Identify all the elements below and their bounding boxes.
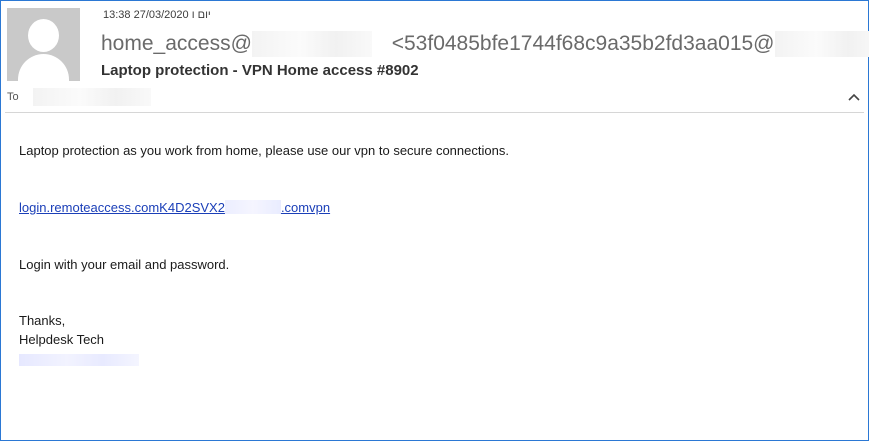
sender-address[interactable]: <53f0485bfe1744f68c9a35b2fd3aa015@ — [392, 32, 775, 55]
header-divider — [5, 112, 864, 113]
redacted-sender-domain — [251, 31, 372, 57]
vpn-link-line: login.remoteaccess.comK4D2SVX2 .comvpn — [19, 200, 330, 215]
email-subject: Laptop protection - VPN Home access #890… — [101, 62, 419, 79]
avatar-body-shape — [18, 54, 69, 81]
received-datetime: 13:38 27/03/2020 יום ו — [103, 9, 211, 21]
to-label: To — [7, 90, 19, 103]
sender-line[interactable]: home_access@ <53f0485bfe1744f68c9a35b2fd… — [101, 31, 869, 59]
closing-text: Thanks, — [19, 313, 66, 328]
sender-name[interactable]: home_access@ — [101, 32, 252, 55]
redacted-recipient — [32, 88, 151, 106]
body-line-3: Login with your email and password. — [19, 257, 230, 272]
sender-avatar[interactable] — [7, 8, 80, 81]
redacted-sender-address-domain — [774, 31, 869, 57]
email-reading-pane: 13:38 27/03/2020 יום ו home_access@ <53f… — [0, 0, 869, 441]
chevron-up-icon — [848, 93, 860, 101]
vpn-link-text-start[interactable]: login.remoteaccess.comK4D2SVX2 — [19, 200, 225, 215]
avatar-head-shape — [28, 19, 59, 52]
signature-name: Helpdesk Tech — [19, 332, 105, 347]
recipients-row: To — [7, 88, 151, 106]
vpn-login-link[interactable]: login.remoteaccess.comK4D2SVX2 .comvpn — [19, 200, 330, 215]
redacted-signature-link — [19, 354, 139, 366]
redacted-link-part — [224, 200, 281, 214]
vpn-link-text-end[interactable]: .comvpn — [281, 200, 330, 215]
collapse-header-button[interactable] — [846, 89, 862, 105]
body-line-1: Laptop protection as you work from home,… — [19, 143, 509, 158]
